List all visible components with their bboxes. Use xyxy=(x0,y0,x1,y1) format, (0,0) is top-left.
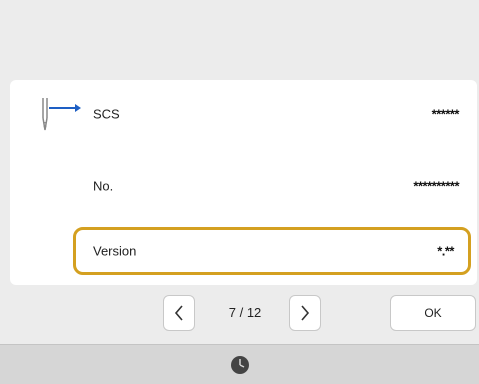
status-bar xyxy=(0,344,479,384)
next-page-button[interactable] xyxy=(289,295,321,331)
current-page: 7 xyxy=(228,305,236,320)
info-panel: SCS ****** No. ********** Version *.** xyxy=(10,80,477,285)
total-pages: 12 xyxy=(246,305,262,320)
number-row: No. ********** xyxy=(10,162,477,210)
number-label: No. xyxy=(93,178,114,194)
number-value: ********** xyxy=(413,178,459,194)
scs-row: SCS ****** xyxy=(10,90,477,138)
version-row[interactable]: Version *.** xyxy=(73,227,471,275)
top-band xyxy=(0,0,479,78)
needle-arrow-icon xyxy=(42,98,81,131)
page-indicator: 7 / 12 xyxy=(210,305,280,320)
page-separator: / xyxy=(239,305,244,320)
ok-button[interactable]: OK xyxy=(390,295,476,331)
previous-page-button[interactable] xyxy=(163,295,195,331)
navigation-bar: 7 / 12 OK xyxy=(0,290,479,344)
version-label: Version xyxy=(93,243,137,259)
scs-label: SCS xyxy=(93,106,120,122)
scs-value: ****** xyxy=(431,106,460,122)
chevron-left-icon xyxy=(174,305,183,321)
version-value: *.** xyxy=(437,243,454,259)
clock-icon[interactable] xyxy=(230,355,250,375)
chevron-right-icon xyxy=(301,305,310,321)
